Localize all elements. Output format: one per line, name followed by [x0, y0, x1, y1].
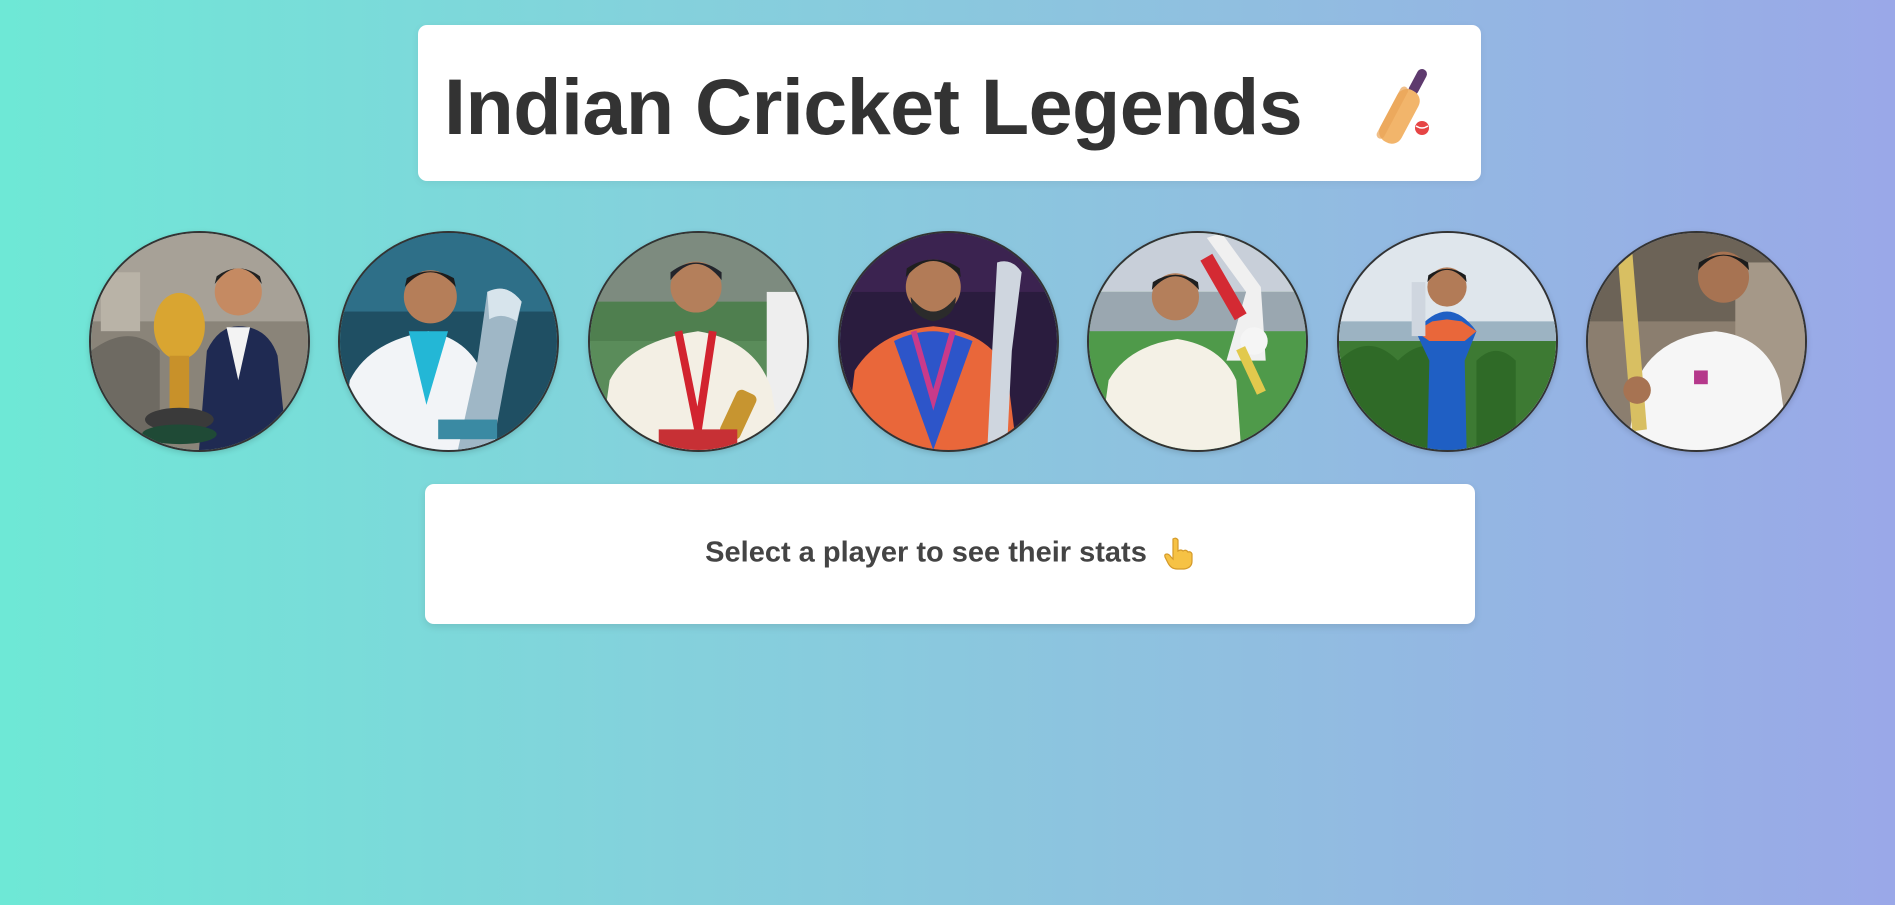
- player-photo-1: [91, 233, 308, 450]
- player-avatar-6[interactable]: [1337, 231, 1558, 452]
- player-photo-3: [590, 233, 807, 450]
- player-photo-4: [840, 233, 1057, 450]
- player-avatar-2[interactable]: [338, 231, 559, 452]
- player-photo-2: [340, 233, 557, 450]
- stats-prompt: Select a player to see their stats: [425, 535, 1475, 571]
- player-photo-7: [1588, 233, 1805, 450]
- page-title: Indian Cricket Legends: [444, 62, 1303, 151]
- cricket-bat-ball-icon: [1376, 68, 1431, 144]
- player-avatar-5[interactable]: [1087, 231, 1308, 452]
- player-photo-5: [1089, 233, 1306, 450]
- player-gallery: [0, 231, 1895, 456]
- player-avatar-4[interactable]: [838, 231, 1059, 452]
- player-avatar-1[interactable]: [89, 231, 310, 452]
- player-avatar-3[interactable]: [588, 231, 809, 452]
- player-photo-6: [1339, 233, 1556, 450]
- player-avatar-7[interactable]: [1586, 231, 1807, 452]
- stats-panel: Select a player to see their stats: [425, 484, 1475, 624]
- pointing-hand-icon: [1163, 537, 1193, 570]
- stats-prompt-text: Select a player to see their stats: [705, 536, 1147, 569]
- title-card: Indian Cricket Legends: [418, 25, 1481, 181]
